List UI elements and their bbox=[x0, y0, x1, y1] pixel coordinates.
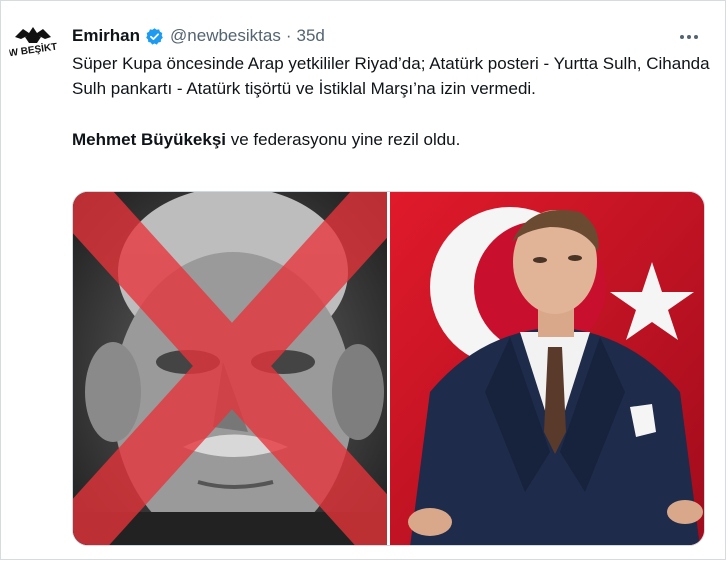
tweet-media[interactable] bbox=[72, 191, 705, 546]
separator-dot: · bbox=[285, 26, 292, 45]
more-horizontal-icon bbox=[680, 35, 698, 39]
tweet-text: Süper Kupa öncesinde Arap yetkililer Riy… bbox=[72, 51, 712, 152]
tweet-paragraph-1: Süper Kupa öncesinde Arap yetkililer Riy… bbox=[72, 54, 710, 98]
tweet-header: Emirhan @newbesiktas · 35d bbox=[72, 24, 325, 48]
mentioned-name: Mehmet Büyükekşi bbox=[72, 130, 226, 149]
display-name[interactable]: Emirhan bbox=[72, 26, 140, 46]
media-image-left-crossed-portrait[interactable] bbox=[73, 192, 387, 545]
handle[interactable]: @newbesiktas bbox=[170, 26, 281, 46]
tweet-card[interactable]: NEW BEŞİKTAŞ Emirhan @newbesiktas · 35d … bbox=[0, 0, 726, 560]
media-image-right-portrait-flag[interactable] bbox=[390, 192, 704, 545]
verified-badge-icon[interactable] bbox=[145, 27, 164, 46]
avatar[interactable]: NEW BEŞİKTAŞ bbox=[9, 23, 57, 71]
more-options-button[interactable] bbox=[675, 25, 703, 49]
besiktas-eagle-logo-icon: NEW BEŞİKTAŞ bbox=[9, 27, 57, 61]
tweet-paragraph-2-rest: ve federasyonu yine rezil oldu. bbox=[226, 130, 461, 149]
timestamp[interactable]: 35d bbox=[297, 26, 325, 46]
tweet-paragraph-2: Mehmet Büyükekşi ve federasyonu yine rez… bbox=[72, 127, 712, 152]
